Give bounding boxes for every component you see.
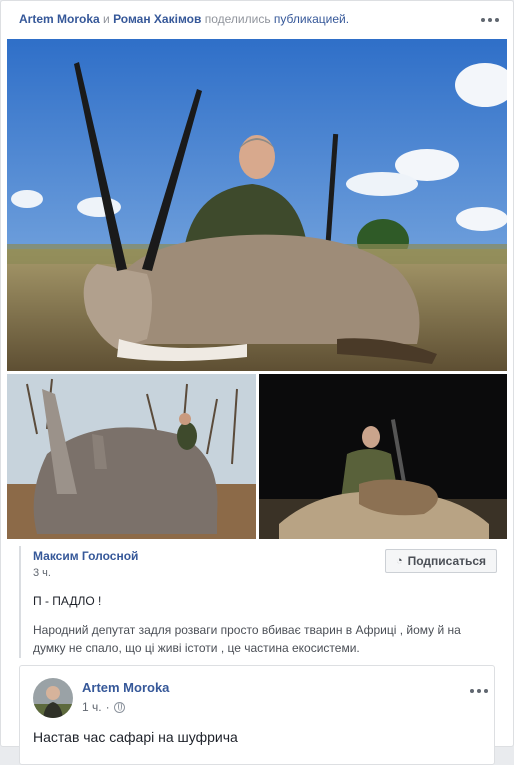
rss-icon: ◔	[395, 555, 403, 567]
quoted-body-text: Народний депутат задля розваги просто вб…	[33, 623, 461, 655]
share-conjunction: и	[103, 12, 110, 26]
quoted-timestamp[interactable]: 3 ч.	[33, 567, 51, 579]
inner-more-options-icon[interactable]	[470, 686, 490, 696]
inner-post: Artem Moroka 1 ч. · Настав час сафарі на…	[19, 665, 495, 765]
inner-post-text: Настав час сафарі на шуфрича	[33, 729, 238, 745]
share-action: поделились	[204, 12, 271, 26]
shared-post-card: Artem Moroka и Роман Хакімов поделились …	[0, 0, 514, 765]
subscribe-button[interactable]: ◔ Подписаться	[385, 549, 497, 573]
publication-link[interactable]: публикацией.	[274, 12, 349, 26]
quoted-author-link[interactable]: Максим Голосной	[33, 549, 138, 563]
avatar[interactable]	[33, 678, 73, 718]
actor-link-1[interactable]: Artem Moroka	[19, 12, 100, 26]
share-header: Artem Moroka и Роман Хакімов поделились …	[19, 12, 349, 26]
actor-link-2[interactable]: Роман Хакімов	[113, 12, 201, 26]
quoted-headline: П - ПАДЛО !	[33, 594, 102, 608]
photo-rhino-hunt[interactable]	[7, 374, 256, 539]
more-options-icon[interactable]	[481, 15, 501, 25]
quoted-post: Максим Голосной 3 ч. ◔ Подписаться П - П…	[19, 546, 499, 658]
inner-meta: 1 ч. ·	[82, 700, 125, 714]
subscribe-label: Подписаться	[407, 554, 487, 568]
inner-author-link[interactable]: Artem Moroka	[82, 680, 169, 695]
photo-oryx-hunt[interactable]	[7, 39, 507, 371]
photo-night-hunt[interactable]	[259, 374, 507, 539]
globe-icon[interactable]	[113, 701, 125, 713]
inner-timestamp[interactable]: 1 ч.	[82, 700, 102, 714]
meta-separator: ·	[105, 700, 110, 714]
